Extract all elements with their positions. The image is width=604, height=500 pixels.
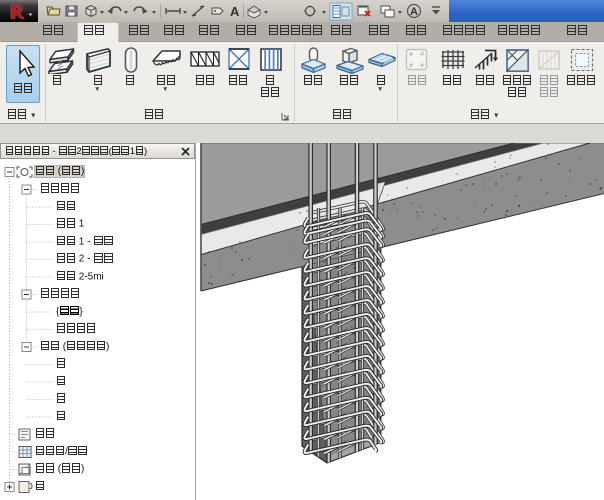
svg-text:A: A [230,4,240,19]
svg-text:A: A [410,6,418,18]
